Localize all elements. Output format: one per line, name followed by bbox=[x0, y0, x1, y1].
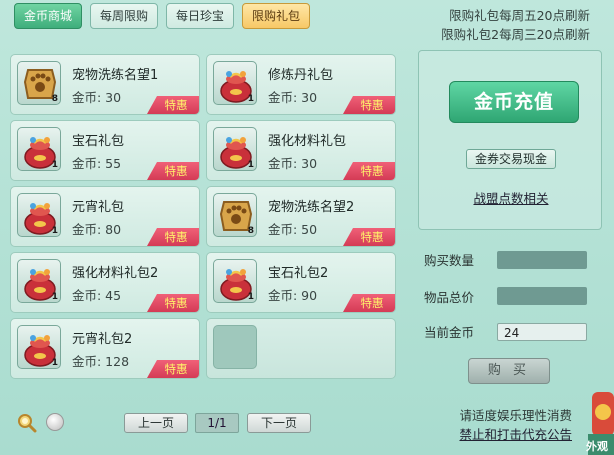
quantity-input[interactable] bbox=[497, 251, 587, 269]
item-count: 1 bbox=[247, 292, 254, 302]
item-name: 元宵礼包 bbox=[72, 200, 125, 215]
footer-notice: 请适度娱乐理性消费 禁止和打击代充公告 bbox=[459, 406, 572, 444]
item-count: 1 bbox=[51, 160, 58, 170]
special-offer-badge: 特惠 bbox=[343, 294, 395, 312]
refresh-notice: 限购礼包每周五20点刷新 限购礼包2每周三20点刷新 bbox=[441, 6, 590, 44]
page-indicator: 1/1 bbox=[195, 413, 239, 433]
item-icon-box: 8 bbox=[213, 193, 257, 237]
tab-weekly-limited[interactable]: 每周限购 bbox=[90, 3, 159, 29]
item-price: 金币: 55 bbox=[72, 156, 122, 171]
item-card[interactable]: 1 强化材料礼包 金币: 30 特惠 bbox=[206, 120, 396, 181]
item-name: 强化材料礼包 bbox=[268, 134, 347, 149]
item-count: 1 bbox=[247, 160, 254, 170]
item-name: 元宵礼包2 bbox=[72, 332, 133, 347]
special-offer-badge: 特惠 bbox=[147, 228, 199, 246]
item-price: 金币: 45 bbox=[72, 288, 122, 303]
item-icon-box: 1 bbox=[17, 193, 61, 237]
quantity-label: 购买数量 bbox=[424, 253, 475, 268]
item-icon-box: 8 bbox=[17, 61, 61, 105]
special-offer-badge: 特惠 bbox=[343, 228, 395, 246]
special-offer-badge: 特惠 bbox=[147, 162, 199, 180]
item-price: 金币: 90 bbox=[268, 288, 318, 303]
item-count: 1 bbox=[51, 358, 58, 368]
total-price-field bbox=[497, 287, 587, 305]
toggle-circle-icon[interactable] bbox=[46, 413, 64, 431]
item-card[interactable]: 1 宝石礼包金币: 55 特惠 bbox=[10, 120, 200, 181]
item-card[interactable]: 8 宠物洗练名望2 金币: 50 特惠 bbox=[206, 186, 396, 247]
item-count: 1 bbox=[51, 292, 58, 302]
item-price: 金币: 128 bbox=[72, 354, 130, 369]
recharge-panel: 金币充值 金券交易现金 战盟点数相关 bbox=[418, 50, 602, 230]
item-icon-box: 1 bbox=[213, 61, 257, 105]
notice-line-1: 限购礼包每周五20点刷新 bbox=[449, 8, 590, 23]
item-card[interactable]: 1 元宵礼包金币: 80 特惠 bbox=[10, 186, 200, 247]
coupon-exchange-button[interactable]: 金券交易现金 bbox=[466, 149, 556, 169]
item-card[interactable]: 1 元宵礼包2 金币: 128 特惠 bbox=[10, 318, 200, 379]
item-price: 金币: 80 bbox=[72, 222, 122, 237]
current-gold-field: 24 bbox=[497, 323, 587, 341]
anti-proxy-recharge-link[interactable]: 禁止和打击代充公告 bbox=[459, 425, 572, 444]
alliance-points-link[interactable]: 战盟点数相关 bbox=[419, 188, 603, 207]
magnifier-icon[interactable] bbox=[17, 413, 37, 433]
item-icon-box: 1 bbox=[17, 325, 61, 369]
item-icon-box: 1 bbox=[213, 127, 257, 171]
special-offer-badge: 特惠 bbox=[147, 360, 199, 378]
next-page-button[interactable]: 下一页 bbox=[247, 413, 311, 433]
item-grid: 8 宠物洗练名望1 金币: 30 特惠 1 修炼丹礼包金币: 30 特惠 1 宝石礼包金币: 5… bbox=[10, 54, 402, 384]
tab-gold-mall[interactable]: 金币商城 bbox=[14, 3, 83, 29]
current-gold-label: 当前金币 bbox=[424, 325, 475, 340]
item-name: 宠物洗练名望1 bbox=[72, 68, 159, 83]
item-price: 金币: 30 bbox=[268, 156, 318, 171]
tab-limited-gift-pack[interactable]: 限购礼包 bbox=[242, 3, 311, 29]
appearance-label[interactable]: 外观 bbox=[586, 438, 608, 454]
item-name: 宠物洗练名望2 bbox=[268, 200, 355, 215]
item-price: 金币: 30 bbox=[72, 90, 122, 105]
item-count: 1 bbox=[51, 226, 58, 236]
item-count: 8 bbox=[51, 94, 58, 104]
tab-daily-treasure[interactable]: 每日珍宝 bbox=[166, 3, 235, 29]
item-icon-box: 1 bbox=[17, 259, 61, 303]
special-offer-badge: 特惠 bbox=[147, 294, 199, 312]
item-icon-box: 1 bbox=[17, 127, 61, 171]
item-count: 1 bbox=[247, 94, 254, 104]
item-card[interactable]: 1 宝石礼包2 金币: 90 特惠 bbox=[206, 252, 396, 313]
empty-item-slot bbox=[206, 318, 396, 379]
buy-button[interactable]: 购 买 bbox=[468, 358, 550, 384]
item-price: 金币: 30 bbox=[268, 90, 318, 105]
item-name: 修炼丹礼包 bbox=[268, 68, 334, 83]
special-offer-badge: 特惠 bbox=[343, 96, 395, 114]
item-card[interactable]: 8 宠物洗练名望1 金币: 30 特惠 bbox=[10, 54, 200, 115]
moderation-text: 请适度娱乐理性消费 bbox=[459, 408, 572, 423]
gold-recharge-button[interactable]: 金币充值 bbox=[449, 81, 579, 123]
item-name: 宝石礼包 bbox=[72, 134, 125, 149]
item-icon-box: 1 bbox=[213, 259, 257, 303]
item-count: 8 bbox=[247, 226, 254, 236]
special-offer-badge: 特惠 bbox=[147, 96, 199, 114]
total-price-label: 物品总价 bbox=[424, 290, 475, 305]
item-card[interactable]: 1 修炼丹礼包金币: 30 特惠 bbox=[206, 54, 396, 115]
special-offer-badge: 特惠 bbox=[343, 162, 395, 180]
item-price: 金币: 50 bbox=[268, 222, 318, 237]
item-name: 宝石礼包2 bbox=[268, 266, 329, 281]
item-name: 强化材料礼包2 bbox=[72, 266, 159, 281]
shop-tabs: 金币商城 每周限购 每日珍宝 限购礼包 bbox=[14, 3, 311, 29]
notice-line-2: 限购礼包2每周三20点刷新 bbox=[441, 27, 590, 42]
item-card[interactable]: 1 强化材料礼包2 金币: 45 特惠 bbox=[10, 252, 200, 313]
empty-slot-box bbox=[213, 325, 257, 369]
prev-page-button[interactable]: 上一页 bbox=[124, 413, 188, 433]
